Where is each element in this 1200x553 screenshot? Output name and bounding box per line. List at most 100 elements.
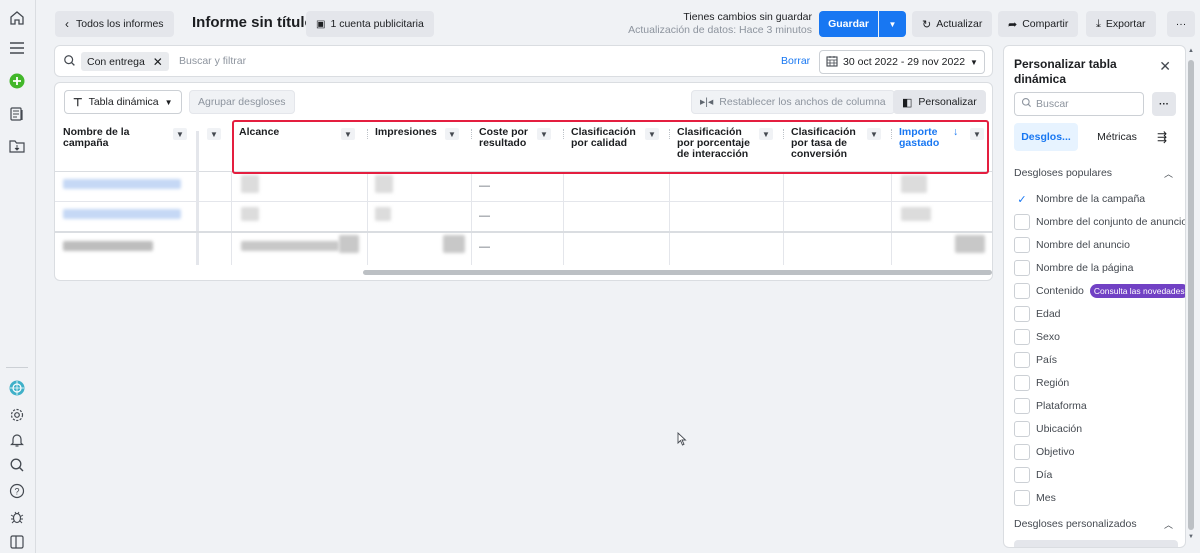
bug-report-icon[interactable] xyxy=(7,507,27,527)
search-icon[interactable] xyxy=(7,455,27,475)
checkbox[interactable] xyxy=(1014,214,1030,230)
column-header-engagement-ranking[interactable]: Clasificación por porcentaje de interacc… xyxy=(669,121,783,172)
horizontal-scrollbar[interactable] xyxy=(363,270,992,275)
save-button[interactable]: Guardar xyxy=(819,11,878,37)
panel-scrollbar[interactable]: ▲ ▼ xyxy=(1187,48,1195,543)
breakdown-item[interactable]: País xyxy=(1014,351,1057,369)
export-button[interactable]: ⤓ Exportar xyxy=(1086,11,1156,37)
column-header-cost-per-result[interactable]: Coste por resultado ▼ xyxy=(471,121,563,172)
help-icon[interactable]: ? xyxy=(7,481,27,501)
popular-breakdowns-header[interactable]: Desgloses populares ︿ xyxy=(1014,167,1184,179)
breakdown-item[interactable]: Sexo xyxy=(1014,328,1060,346)
checkbox[interactable] xyxy=(1014,329,1030,345)
column-header-impressions[interactable]: Impresiones ▼ xyxy=(367,121,471,172)
breakdown-item[interactable]: ✓ Nombre de la campaña xyxy=(1014,190,1145,208)
breakdown-item[interactable]: Nombre de la página xyxy=(1014,259,1133,277)
checkbox[interactable] xyxy=(1014,467,1030,483)
group-breakdowns-button[interactable]: Agrupar desgloses xyxy=(189,90,295,114)
caret-down-icon[interactable]: ▼ xyxy=(537,128,551,140)
chevron-up-icon[interactable]: ︿ xyxy=(1164,167,1173,180)
breakdown-item[interactable]: Contenido Consulta las novedades xyxy=(1014,282,1185,300)
column-header-amount-spent[interactable]: Importe gastado ↓ ▼ xyxy=(891,121,992,172)
checkbox[interactable] xyxy=(1014,398,1030,414)
caret-down-icon[interactable]: ▼ xyxy=(173,128,187,140)
column-divider[interactable] xyxy=(471,129,472,139)
scroll-thumb[interactable] xyxy=(1188,60,1194,530)
ad-accounts-button[interactable]: ▣ 1 cuenta publicitaria xyxy=(306,11,434,37)
column-header-reach[interactable]: Alcance ▼ xyxy=(231,121,367,172)
caret-down-icon[interactable]: ▼ xyxy=(759,128,773,140)
settings-gear-icon[interactable] xyxy=(7,405,27,425)
breakdown-item[interactable]: Nombre del conjunto de anuncios xyxy=(1014,213,1185,231)
frozen-column-divider[interactable] xyxy=(196,131,199,265)
date-range-picker[interactable]: 30 oct 2022 - 29 nov 2022 ▼ xyxy=(819,50,985,74)
breakdown-item[interactable]: Plataforma xyxy=(1014,397,1087,415)
column-header-conversion-ranking[interactable]: Clasificación por tasa de conversión ▼ xyxy=(783,121,891,172)
more-options-button[interactable]: ··· xyxy=(1167,11,1195,37)
campaign-name-redacted[interactable] xyxy=(63,209,181,219)
breakdown-item[interactable]: Ubicación xyxy=(1014,420,1082,438)
caret-down-icon[interactable]: ▼ xyxy=(867,128,881,140)
customize-button[interactable]: ◧ Personalizar xyxy=(893,90,986,114)
new-features-badge[interactable]: Consulta las novedades xyxy=(1089,284,1185,298)
checkbox[interactable] xyxy=(1014,283,1030,299)
caret-down-icon[interactable]: ▼ xyxy=(970,128,984,140)
breakdown-item[interactable]: Nombre del anuncio xyxy=(1014,236,1130,254)
column-divider[interactable] xyxy=(783,129,784,139)
back-to-reports-button[interactable]: ‹ Todos los informes xyxy=(55,11,174,37)
report-title[interactable]: Informe sin título xyxy=(192,14,314,31)
create-icon[interactable] xyxy=(7,71,27,91)
checkbox[interactable]: ✓ xyxy=(1014,191,1030,207)
custom-breakdowns-header[interactable]: Desgloses personalizados ︿ xyxy=(1014,518,1184,530)
clear-filters-link[interactable]: Borrar xyxy=(781,55,810,67)
share-button[interactable]: ➦ Compartir xyxy=(998,11,1079,37)
notifications-bell-icon[interactable] xyxy=(7,430,27,450)
checkbox[interactable] xyxy=(1014,444,1030,460)
caret-down-icon[interactable]: ▼ xyxy=(445,128,459,140)
pivot-table-dropdown[interactable]: ⊤ Tabla dinámica ▼ xyxy=(64,90,182,114)
breakdown-item[interactable]: Objetivo xyxy=(1014,443,1075,461)
column-header-extra[interactable]: ▼ xyxy=(199,121,231,172)
home-icon[interactable] xyxy=(7,8,27,28)
checkbox[interactable] xyxy=(1014,237,1030,253)
caret-down-icon[interactable]: ▼ xyxy=(207,128,221,140)
breakdown-item[interactable]: Edad xyxy=(1014,305,1061,323)
scroll-up-icon[interactable]: ▲ xyxy=(1188,48,1194,54)
column-divider[interactable] xyxy=(367,129,368,139)
save-options-dropdown[interactable]: ▼ xyxy=(879,11,906,37)
panel-more-button[interactable]: ··· xyxy=(1152,92,1176,116)
checkbox[interactable] xyxy=(1014,375,1030,391)
sidebar-toggle-icon[interactable] xyxy=(7,532,27,552)
chevron-up-icon[interactable]: ︿ xyxy=(1164,518,1173,531)
checkbox[interactable] xyxy=(1014,490,1030,506)
tab-breakdowns[interactable]: Desglos... xyxy=(1014,123,1078,151)
column-order-icon[interactable]: ⇶ xyxy=(1152,123,1172,151)
column-divider[interactable] xyxy=(563,129,564,139)
checkbox[interactable] xyxy=(1014,260,1030,276)
tab-metrics[interactable]: Métricas xyxy=(1090,123,1144,151)
search-filter-input[interactable]: Buscar y filtrar xyxy=(179,55,246,67)
column-header-quality-ranking[interactable]: Clasificación por calidad ▼ xyxy=(563,121,669,172)
scroll-down-icon[interactable]: ▼ xyxy=(1188,534,1194,540)
pages-icon[interactable] xyxy=(7,104,27,124)
checkbox[interactable] xyxy=(1014,352,1030,368)
column-header-campaign-name[interactable]: Nombre de la campaña ▼ xyxy=(55,121,199,172)
checkbox[interactable] xyxy=(1014,421,1030,437)
reset-column-widths-button[interactable]: ▸|◂ Restablecer los anchos de columna xyxy=(691,90,895,114)
breakdown-item[interactable]: Día xyxy=(1014,466,1052,484)
menu-icon[interactable] xyxy=(7,38,27,58)
breakdown-item[interactable]: Región xyxy=(1014,374,1069,392)
checkbox[interactable] xyxy=(1014,306,1030,322)
remove-filter-icon[interactable]: ✕ xyxy=(153,55,163,69)
column-divider[interactable] xyxy=(891,129,892,139)
breakdown-search-input[interactable]: Buscar xyxy=(1014,92,1144,116)
folder-icon[interactable] xyxy=(7,136,27,156)
filter-chip-delivery[interactable]: Con entrega ✕ xyxy=(81,52,169,71)
refresh-button[interactable]: ↻ Actualizar xyxy=(912,11,993,37)
close-icon[interactable]: ✕ xyxy=(1159,58,1171,75)
caret-down-icon[interactable]: ▼ xyxy=(341,128,355,140)
caret-down-icon[interactable]: ▼ xyxy=(645,128,659,140)
column-divider[interactable] xyxy=(669,129,670,139)
meta-business-icon[interactable] xyxy=(7,378,27,398)
campaign-name-redacted[interactable] xyxy=(63,179,181,189)
